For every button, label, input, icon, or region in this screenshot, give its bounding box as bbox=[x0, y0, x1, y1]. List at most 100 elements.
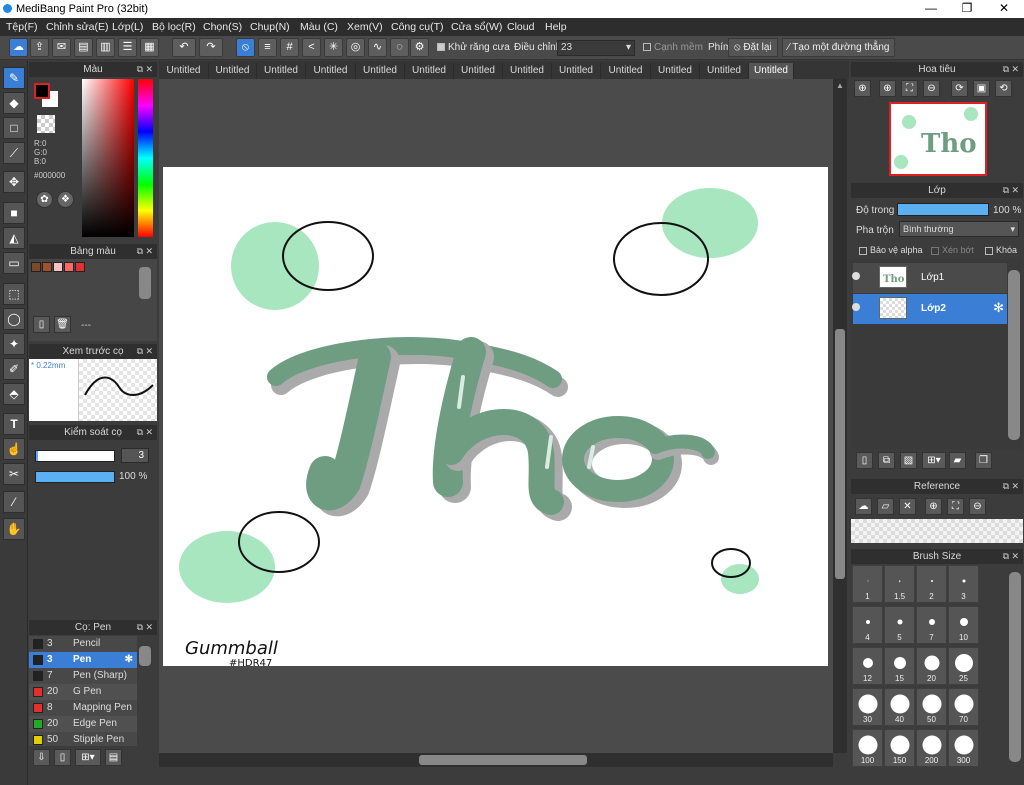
line-tool-icon[interactable]: ⟋ bbox=[3, 142, 25, 164]
gear-icon[interactable]: ✻ bbox=[993, 300, 1004, 316]
redo-icon[interactable]: ↷ bbox=[199, 38, 223, 57]
vertical-scrollbar[interactable]: ▲ bbox=[833, 79, 847, 753]
add-brush-menu-icon[interactable]: ⊞▾ bbox=[75, 749, 101, 766]
horizontal-scroll-thumb[interactable] bbox=[419, 755, 587, 765]
settings-snap-icon[interactable]: ⚙ bbox=[410, 38, 429, 57]
tab-untitled[interactable]: Untitled bbox=[159, 63, 209, 79]
brush-size-option[interactable]: 50 bbox=[916, 688, 947, 726]
brush-size-slider[interactable] bbox=[35, 450, 115, 462]
brush-item[interactable]: 50 Stipple Pen bbox=[29, 732, 137, 746]
tab-untitled[interactable]: Untitled bbox=[552, 63, 601, 79]
palette-swatch[interactable] bbox=[31, 262, 41, 272]
clipping-toggle[interactable]: Xén bớt bbox=[931, 245, 974, 255]
grid-snap-icon[interactable]: # bbox=[280, 38, 299, 57]
fit-screen-icon[interactable]: ⛶ bbox=[947, 498, 964, 515]
brush-size-option[interactable]: 300 bbox=[948, 729, 979, 767]
tab-untitled[interactable]: Untitled bbox=[749, 63, 794, 79]
tab-untitled[interactable]: Untitled bbox=[454, 63, 503, 79]
lock-toggle[interactable]: Khóa bbox=[985, 245, 1017, 255]
brush-size-option[interactable]: 4 bbox=[852, 606, 883, 644]
eye-icon[interactable] bbox=[852, 303, 860, 311]
cloud-icon[interactable]: ☁ bbox=[855, 498, 872, 515]
eyedropper-tool-icon[interactable]: ⁄ bbox=[3, 491, 25, 513]
new-brush-icon[interactable]: ▯ bbox=[54, 749, 71, 766]
zoom-in-icon[interactable]: ⊕ bbox=[925, 498, 942, 515]
zoom-in-small-icon[interactable]: ⊕ bbox=[879, 80, 896, 97]
export-icon[interactable]: ⇪ bbox=[30, 38, 49, 57]
menu-filter[interactable]: Bộ lọc(R) bbox=[152, 21, 196, 33]
brush-list-scrollbar[interactable] bbox=[139, 646, 151, 666]
undock-icon[interactable]: ⧉ bbox=[137, 425, 143, 440]
menu-select[interactable]: Chọn(S) bbox=[203, 21, 242, 33]
document-icon[interactable]: ▥ bbox=[96, 38, 115, 57]
tab-untitled[interactable]: Untitled bbox=[700, 63, 749, 79]
grid-icon[interactable]: ▦ bbox=[140, 38, 159, 57]
brush-size-option[interactable]: 1 bbox=[852, 565, 883, 603]
zoom-out-icon[interactable]: ⊖ bbox=[923, 80, 940, 97]
protect-alpha-checkbox[interactable] bbox=[859, 246, 867, 255]
color-wheel-icon[interactable]: ✿ bbox=[36, 191, 53, 208]
fill-tool-icon[interactable]: ◭ bbox=[3, 227, 25, 249]
undock-icon[interactable]: ⧉ bbox=[137, 62, 143, 77]
select-eraser-tool-icon[interactable]: ⬘ bbox=[3, 383, 25, 405]
brush-item[interactable]: 20 Edge Pen bbox=[29, 716, 137, 732]
brush-size-option[interactable]: 70 bbox=[948, 688, 979, 726]
brush-size-option[interactable]: 150 bbox=[884, 729, 915, 767]
brush-size-option[interactable]: 15 bbox=[884, 647, 915, 685]
shape-tool-icon[interactable]: ■ bbox=[3, 202, 25, 224]
gradient-tool-icon[interactable]: ▭ bbox=[3, 252, 25, 274]
close-icon[interactable]: ✕ bbox=[145, 344, 153, 359]
brush-size-option[interactable]: 7 bbox=[916, 606, 947, 644]
layer-list-scrollbar[interactable] bbox=[1008, 270, 1020, 440]
brush-size-value[interactable]: 3 bbox=[121, 448, 149, 463]
eye-icon[interactable] bbox=[852, 272, 860, 280]
tab-untitled[interactable]: Untitled bbox=[356, 63, 405, 79]
eraser-tool-icon[interactable]: ◆ bbox=[3, 92, 25, 114]
color-settings-icon[interactable]: ❖ bbox=[57, 191, 74, 208]
close-icon[interactable]: ✕ bbox=[145, 425, 153, 440]
trash-icon[interactable]: 🗑 bbox=[54, 316, 71, 333]
divide-tool-icon[interactable]: ✂ bbox=[3, 463, 25, 485]
tab-untitled[interactable]: Untitled bbox=[651, 63, 700, 79]
tab-untitled[interactable]: Untitled bbox=[306, 63, 356, 79]
undock-icon[interactable]: ⧉ bbox=[137, 620, 143, 635]
palette-swatch[interactable] bbox=[75, 262, 85, 272]
soft-edge-checkbox[interactable] bbox=[643, 43, 651, 52]
clipping-checkbox[interactable] bbox=[931, 246, 939, 255]
brush-size-option[interactable]: 100 bbox=[852, 729, 883, 767]
horizontal-scrollbar[interactable] bbox=[159, 753, 833, 767]
close-icon[interactable]: ✕ bbox=[145, 620, 153, 635]
tab-untitled[interactable]: Untitled bbox=[601, 63, 651, 79]
maximize-button[interactable]: ❐ bbox=[950, 0, 984, 18]
select-pen-tool-icon[interactable]: ✐ bbox=[3, 358, 25, 380]
close-icon[interactable]: ✕ bbox=[1011, 62, 1019, 77]
reset-button[interactable]: ⦸ Đặt lại bbox=[728, 38, 778, 57]
gear-icon[interactable]: ✻ bbox=[125, 652, 133, 668]
menu-tools[interactable]: Công cụ(T) bbox=[391, 21, 444, 33]
ellipse-snap-icon[interactable]: ◌ bbox=[390, 38, 409, 57]
close-icon[interactable]: ✕ bbox=[899, 498, 916, 515]
undock-icon[interactable]: ⧉ bbox=[1003, 549, 1009, 564]
close-icon[interactable]: ✕ bbox=[145, 244, 153, 259]
comment-icon[interactable]: ✉ bbox=[52, 38, 71, 57]
tab-untitled[interactable]: Untitled bbox=[405, 63, 454, 79]
open-folder-icon[interactable]: ▱ bbox=[877, 498, 894, 515]
lasso-tool-icon[interactable]: ◯ bbox=[3, 308, 25, 330]
new-layer-icon[interactable]: ▯ bbox=[856, 452, 873, 469]
perspective-snap-icon[interactable]: < bbox=[302, 38, 321, 57]
new-palette-icon[interactable]: ▯ bbox=[33, 316, 50, 333]
lock-checkbox[interactable] bbox=[985, 246, 993, 255]
undock-icon[interactable]: ⧉ bbox=[137, 244, 143, 259]
rotate-icon[interactable]: ⟳ bbox=[951, 80, 968, 97]
select-tool-icon[interactable]: ⬚ bbox=[3, 283, 25, 305]
layer-row[interactable]: Lớp2 ✻ bbox=[852, 294, 1007, 324]
minimize-button[interactable]: — bbox=[914, 0, 948, 18]
layer-row[interactable]: Tho Lớp1 bbox=[852, 263, 1007, 293]
curve-snap-icon[interactable]: ∿ bbox=[368, 38, 387, 57]
hue-slider[interactable] bbox=[138, 79, 153, 237]
undock-icon[interactable]: ⧉ bbox=[1003, 479, 1009, 494]
cloud-download-icon[interactable]: ⇩ bbox=[33, 749, 50, 766]
text-tool-icon[interactable]: T bbox=[3, 413, 25, 435]
tab-untitled[interactable]: Untitled bbox=[209, 63, 257, 79]
brush-size-option[interactable]: 20 bbox=[916, 647, 947, 685]
